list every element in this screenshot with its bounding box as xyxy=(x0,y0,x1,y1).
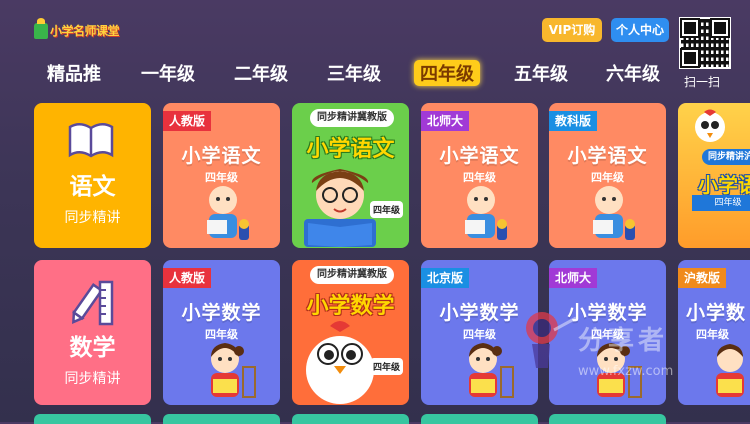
logo-text: 小学名师课堂 xyxy=(50,24,120,38)
watermark-mascot-icon xyxy=(526,312,576,368)
girl-reading-icon xyxy=(716,344,744,397)
course-card[interactable]: 北师大 小学语文 四年级 xyxy=(421,103,538,248)
edition-tag: 北师大 xyxy=(549,268,598,288)
course-header: 同步精讲沪 xyxy=(702,149,750,165)
course-big-title: 小学数学 xyxy=(306,294,395,319)
course-title: 小学语文 xyxy=(439,145,520,167)
course-card[interactable]: 同步精讲沪 小学语 四年级 xyxy=(678,103,750,248)
grade-badge: 四年级 xyxy=(692,195,750,211)
qr-code xyxy=(679,17,731,69)
grade-tabs: 精品推 一年级 二年级 三年级 四年级 五年级 六年级 xyxy=(0,60,680,86)
boy-reading-icon xyxy=(465,186,507,240)
course-card-partial[interactable] xyxy=(549,414,666,424)
grade-badge: 四年级 xyxy=(369,201,403,218)
course-card[interactable]: 教科版 小学语文 四年级 xyxy=(549,103,666,248)
qr-finder-icon xyxy=(712,20,728,36)
tab-grade-6[interactable]: 六年级 xyxy=(606,60,660,86)
edition-tag: 人教版 xyxy=(163,268,212,288)
boy-reading-icon xyxy=(207,186,249,240)
subject-card-chinese[interactable]: 语文 同步精讲 xyxy=(34,103,151,248)
personal-center-button[interactable]: 个人中心 xyxy=(611,18,669,42)
tab-grade-2[interactable]: 二年级 xyxy=(234,60,288,86)
course-card[interactable]: 人教版 小学语文 四年级 xyxy=(163,103,280,248)
tab-featured[interactable]: 精品推 xyxy=(47,60,101,86)
course-title: 小学语文 xyxy=(181,145,262,167)
open-book-icon xyxy=(68,123,114,158)
subject-subtitle: 同步精讲 xyxy=(64,371,121,387)
subject-name: 数学 xyxy=(69,335,116,361)
tab-grade-5[interactable]: 五年级 xyxy=(514,60,568,86)
watermark-url: www.fxzw.com xyxy=(578,364,674,379)
edition-tag: 沪教版 xyxy=(678,268,727,288)
qr-finder-icon xyxy=(682,20,698,36)
course-card[interactable]: 沪教版 小学数 四年级 xyxy=(678,260,750,405)
edition-tag: 人教版 xyxy=(163,111,212,131)
girl-reading-icon xyxy=(469,343,514,398)
logo-house-icon xyxy=(34,17,48,39)
course-header: 同步精讲冀教版 xyxy=(310,109,394,127)
watermark-text: 分享者 xyxy=(578,326,669,356)
course-header: 同步精讲冀教版 xyxy=(310,266,394,284)
course-card[interactable]: 同步精讲冀教版 小学语文 四年级 xyxy=(292,103,409,248)
course-card-partial[interactable] xyxy=(163,414,280,424)
course-card[interactable]: 人教版 小学数学 四年级 xyxy=(163,260,280,405)
girl-reading-icon xyxy=(211,343,256,398)
course-title: 小学语文 xyxy=(567,145,648,167)
course-card-partial[interactable] xyxy=(292,414,409,424)
tab-grade-3[interactable]: 三年级 xyxy=(327,60,381,86)
course-big-title: 小学语 xyxy=(698,173,750,197)
grade-badge: 四年级 xyxy=(369,358,403,375)
course-title: 小学数学 xyxy=(181,302,262,324)
tab-grade-4[interactable]: 四年级 xyxy=(414,60,480,86)
app-logo: 小学名师课堂 xyxy=(34,17,120,39)
pencil-ruler-icon xyxy=(72,280,114,326)
edition-tag: 北京版 xyxy=(421,268,470,288)
subject-card-math[interactable]: 数学 同步精讲 xyxy=(34,260,151,405)
tab-grade-1[interactable]: 一年级 xyxy=(141,60,195,86)
boy-glasses-icon xyxy=(304,169,376,247)
vip-subscribe-button[interactable]: VIP订购 xyxy=(542,18,602,42)
course-grade: 四年级 xyxy=(696,328,729,341)
course-big-title: 小学语文 xyxy=(306,137,395,162)
chicken-mascot-icon xyxy=(695,109,725,142)
edition-tag: 教科版 xyxy=(549,111,598,131)
course-title: 小学数 xyxy=(686,302,747,324)
subject-name: 语文 xyxy=(69,174,116,200)
boy-reading-icon xyxy=(593,186,635,240)
course-card[interactable]: 同步精讲冀教版 小学数学 四年级 xyxy=(292,260,409,405)
course-card-partial[interactable] xyxy=(421,414,538,424)
chicken-mascot-icon xyxy=(306,321,374,404)
scan-label: 扫一扫 xyxy=(684,75,721,89)
subject-card-partial[interactable] xyxy=(34,414,151,424)
edition-tag: 北师大 xyxy=(421,111,470,131)
qr-finder-icon xyxy=(682,50,698,66)
subject-subtitle: 同步精讲 xyxy=(64,210,121,226)
